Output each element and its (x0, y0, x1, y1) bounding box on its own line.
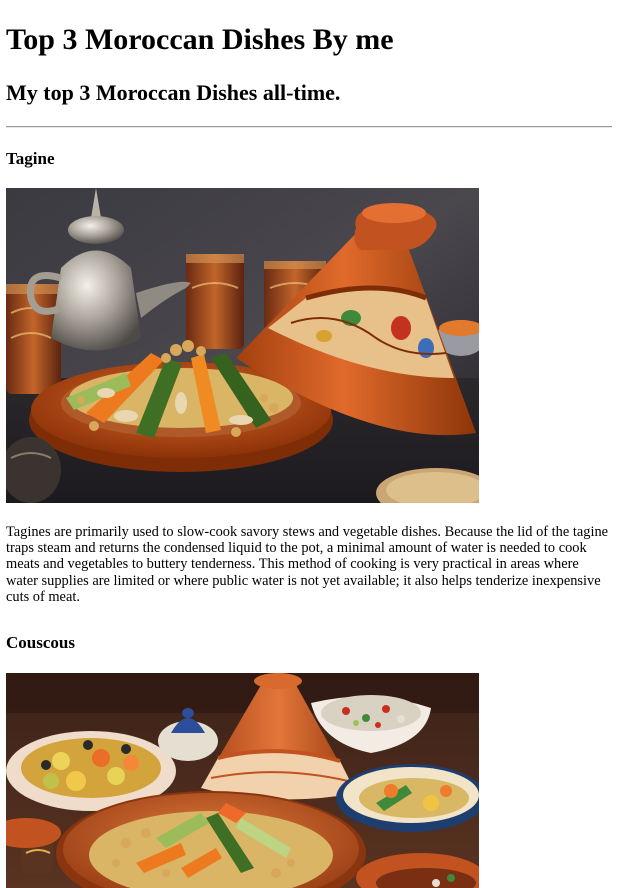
page-title: Top 3 Moroccan Dishes By me (6, 23, 394, 56)
divider (6, 126, 612, 128)
dish-heading-tagine: Tagine (6, 149, 55, 168)
page: Top 3 Moroccan Dishes By me My top 3 Mor… (0, 0, 617, 888)
couscous-photo (6, 673, 479, 888)
tagine-photo (6, 188, 479, 503)
tagine-description: Tagines are primarily used to slow-cook … (6, 524, 609, 605)
dish-heading-couscous: Couscous (6, 633, 75, 652)
page-subtitle: My top 3 Moroccan Dishes all-time. (6, 80, 341, 105)
